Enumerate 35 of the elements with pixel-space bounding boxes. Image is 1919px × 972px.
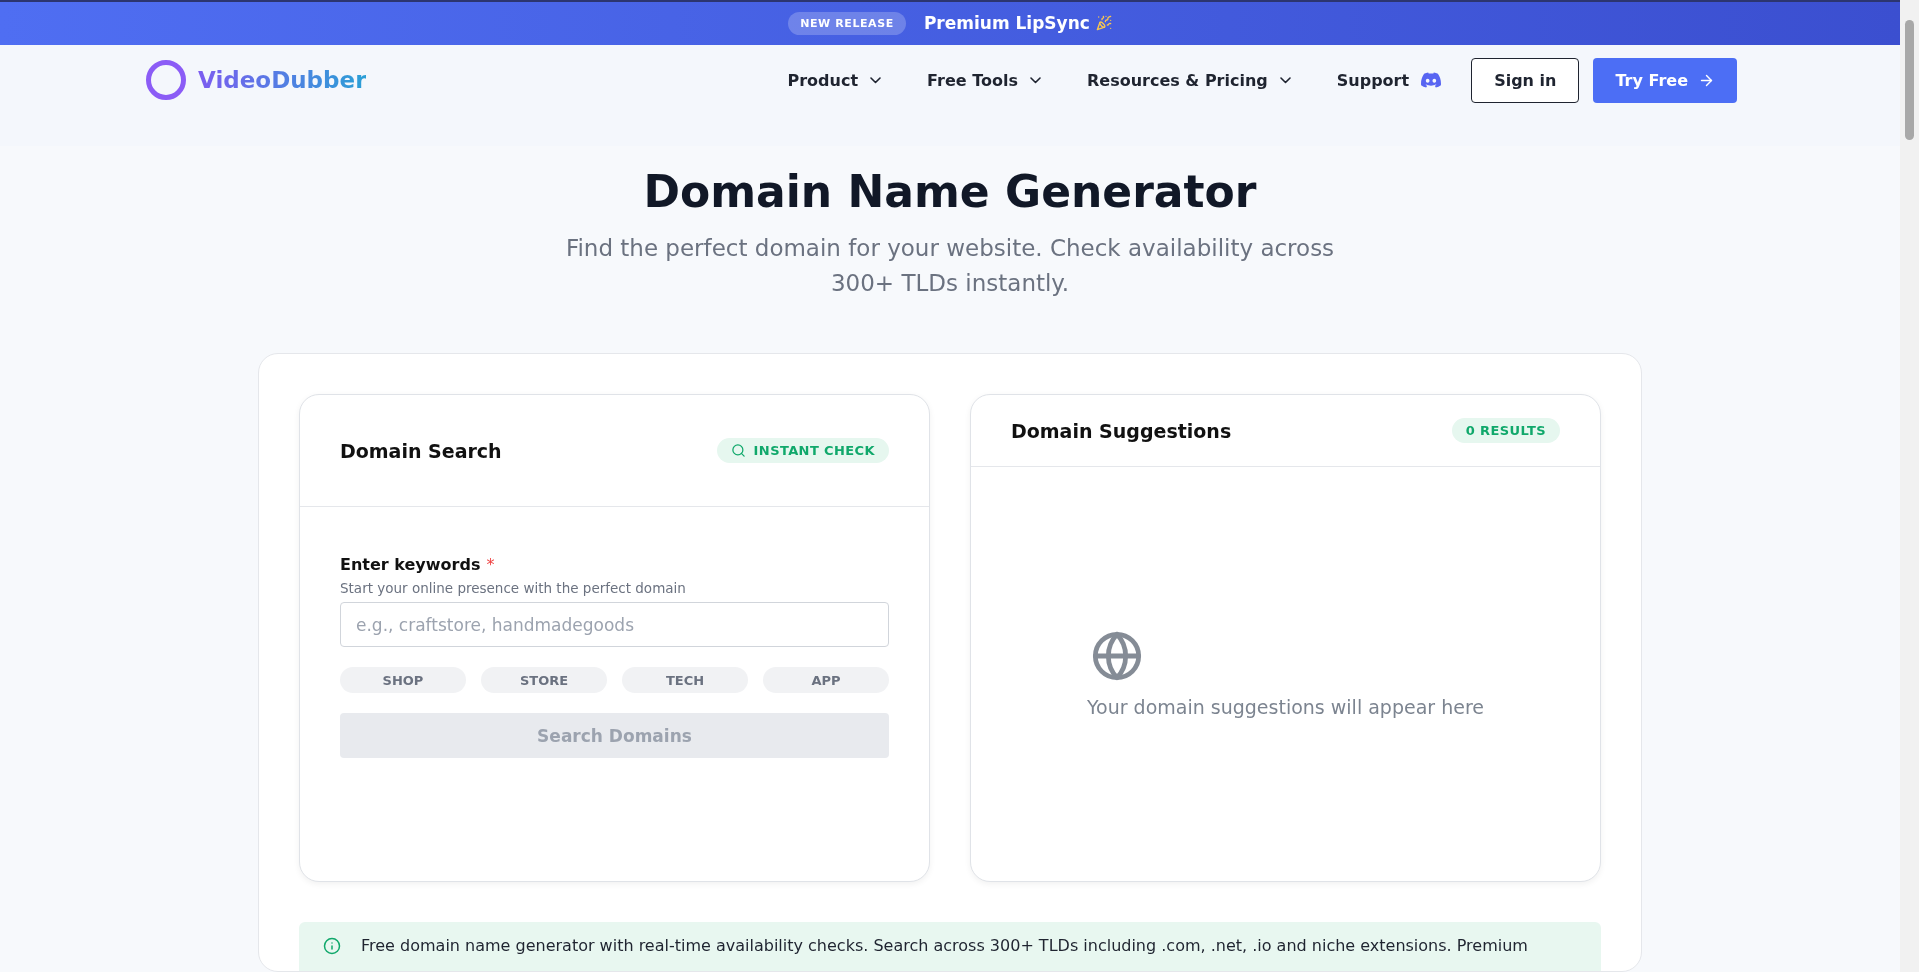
nav-menu-item[interactable]: Product bbox=[787, 70, 882, 90]
keywords-input-field[interactable]: e.g., craftstore, handmadegoods bbox=[340, 602, 889, 647]
scrollbar-thumb[interactable] bbox=[1905, 20, 1914, 140]
chevron-down-icon bbox=[1029, 76, 1041, 84]
page-title: Domain Name Generator bbox=[643, 166, 1257, 217]
field-label: Enter keywords bbox=[340, 555, 481, 574]
search-icon bbox=[730, 443, 746, 458]
scrollbar[interactable] bbox=[1900, 0, 1919, 972]
party-popper-icon bbox=[1095, 15, 1112, 32]
keyword-chip[interactable]: APP bbox=[763, 667, 889, 693]
nav-menu-item[interactable]: Free Tools bbox=[927, 70, 1041, 90]
chevron-down-icon bbox=[1279, 76, 1291, 84]
discord-icon bbox=[1421, 72, 1442, 89]
nav-menu-item[interactable]: Support bbox=[1336, 70, 1442, 90]
nav-menu-item[interactable]: Resources & Pricing bbox=[1086, 70, 1291, 90]
instant-check-badge: INSTANT CHECK bbox=[716, 438, 889, 463]
keyword-chip[interactable]: SHOP bbox=[340, 667, 466, 693]
info-icon bbox=[323, 936, 341, 955]
globe-icon bbox=[1091, 630, 1143, 682]
try-free-button[interactable]: Try Free bbox=[1593, 57, 1737, 103]
field-hint: Start your online presence with the perfect domain bbox=[340, 580, 687, 596]
info-text: Free domain name generator with real-time availability checks. Search across 300+ TLDs including .com, .net, .io and niche extensions. Premium bbox=[361, 936, 1528, 955]
keyword-chip[interactable]: TECH bbox=[622, 667, 748, 693]
card-title: Domain Suggestions bbox=[1011, 419, 1232, 442]
required-asterisk: * bbox=[486, 555, 495, 574]
results-count-badge: 0 RESULTS bbox=[1451, 418, 1560, 443]
keyword-chip[interactable]: STORE bbox=[481, 667, 607, 693]
card-title: Domain Search bbox=[340, 439, 502, 462]
chevron-down-icon bbox=[870, 76, 882, 84]
sign-in-button[interactable]: Sign in bbox=[1471, 57, 1580, 103]
empty-state-text: Your domain suggestions will appear here bbox=[1087, 696, 1484, 718]
page-subtitle: Find the perfect domain for your website. Check availability across 300+ TLDs instantly. bbox=[564, 234, 1336, 298]
logo-ring-icon[interactable] bbox=[146, 60, 186, 101]
banner-text[interactable]: Premium LipSync bbox=[923, 13, 1090, 34]
new-release-badge: NEW RELEASE bbox=[788, 11, 906, 35]
